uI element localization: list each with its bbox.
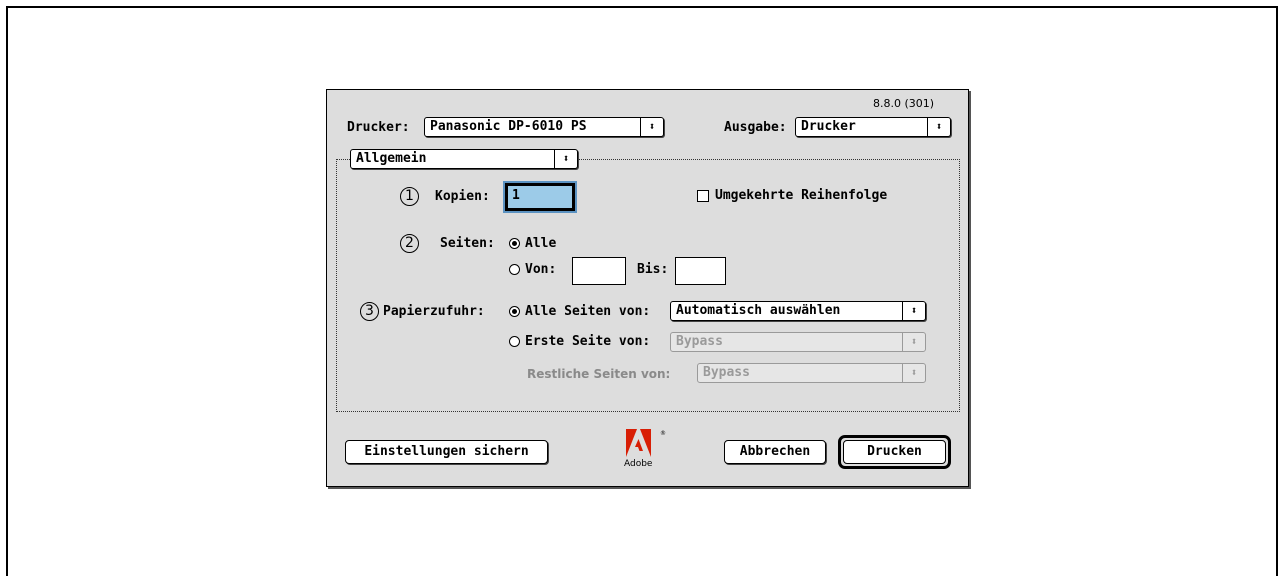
printer-value: Panasonic DP-6010 PS <box>430 119 587 134</box>
paper-first-page-label: Erste Seite von: <box>525 334 651 349</box>
version-label: 8.8.0 (301) <box>873 97 935 110</box>
paper-source-label: Papierzufuhr: <box>383 304 485 319</box>
popup-arrows-icon: ⬍ <box>640 118 663 136</box>
output-label: Ausgabe: <box>724 120 787 135</box>
paper-all-pages-popup[interactable]: Automatisch auswählen ⬍ <box>670 301 926 321</box>
popup-arrows-icon: ⬍ <box>554 150 577 168</box>
marker-1-icon: 1 <box>400 187 419 206</box>
paper-remaining-popup[interactable]: Bypass ⬍ <box>697 363 926 383</box>
adobe-logo-icon: ® Adobe <box>624 429 666 469</box>
print-dialog: 8.8.0 (301) Drucker: Panasonic DP-6010 P… <box>326 89 969 487</box>
pages-all-label: Alle <box>525 236 557 251</box>
paper-all-pages-value: Automatisch auswählen <box>676 303 841 318</box>
adobe-registered-mark: ® <box>660 430 666 437</box>
paper-all-pages-radio[interactable] <box>509 306 520 317</box>
panel-value: Allgemein <box>356 151 427 166</box>
cancel-button[interactable]: Abbrechen <box>724 440 826 464</box>
marker-3-icon: 3 <box>360 302 379 321</box>
copies-label: Kopien: <box>435 189 490 204</box>
reverse-order-label: Umgekehrte Reihenfolge <box>715 188 888 203</box>
reverse-order-checkbox[interactable] <box>697 190 709 202</box>
paper-remaining-value: Bypass <box>703 365 750 380</box>
print-button[interactable]: Drucken <box>838 435 951 469</box>
output-value: Drucker <box>801 119 856 134</box>
popup-arrows-icon: ⬍ <box>927 118 950 136</box>
print-button-label: Drucken <box>843 440 946 464</box>
pages-label: Seiten: <box>440 236 495 251</box>
marker-2-icon: 2 <box>400 234 419 253</box>
paper-all-pages-label: Alle Seiten von: <box>525 304 651 319</box>
printer-label: Drucker: <box>347 120 410 135</box>
printer-popup[interactable]: Panasonic DP-6010 PS ⬍ <box>424 117 664 137</box>
paper-first-page-value: Bypass <box>676 334 723 349</box>
popup-arrows-icon: ⬍ <box>902 333 925 351</box>
paper-first-page-radio[interactable] <box>509 336 520 347</box>
paper-first-page-popup[interactable]: Bypass ⬍ <box>670 332 926 352</box>
save-settings-button[interactable]: Einstellungen sichern <box>345 440 548 464</box>
output-popup[interactable]: Drucker ⬍ <box>795 117 951 137</box>
adobe-logo-text: Adobe <box>624 459 653 469</box>
paper-remaining-label: Restliche Seiten von: <box>527 367 671 381</box>
popup-arrows-icon: ⬍ <box>902 302 925 320</box>
pages-all-radio[interactable] <box>509 238 520 249</box>
popup-arrows-icon: ⬍ <box>902 364 925 382</box>
panel-popup[interactable]: Allgemein ⬍ <box>350 149 578 169</box>
pages-from-label: Von: <box>525 262 557 277</box>
pages-to-input[interactable] <box>675 257 726 285</box>
copies-input[interactable]: 1 <box>503 181 577 213</box>
pages-from-radio[interactable] <box>509 264 520 275</box>
pages-to-label: Bis: <box>637 262 669 277</box>
pages-from-input[interactable] <box>572 257 626 285</box>
